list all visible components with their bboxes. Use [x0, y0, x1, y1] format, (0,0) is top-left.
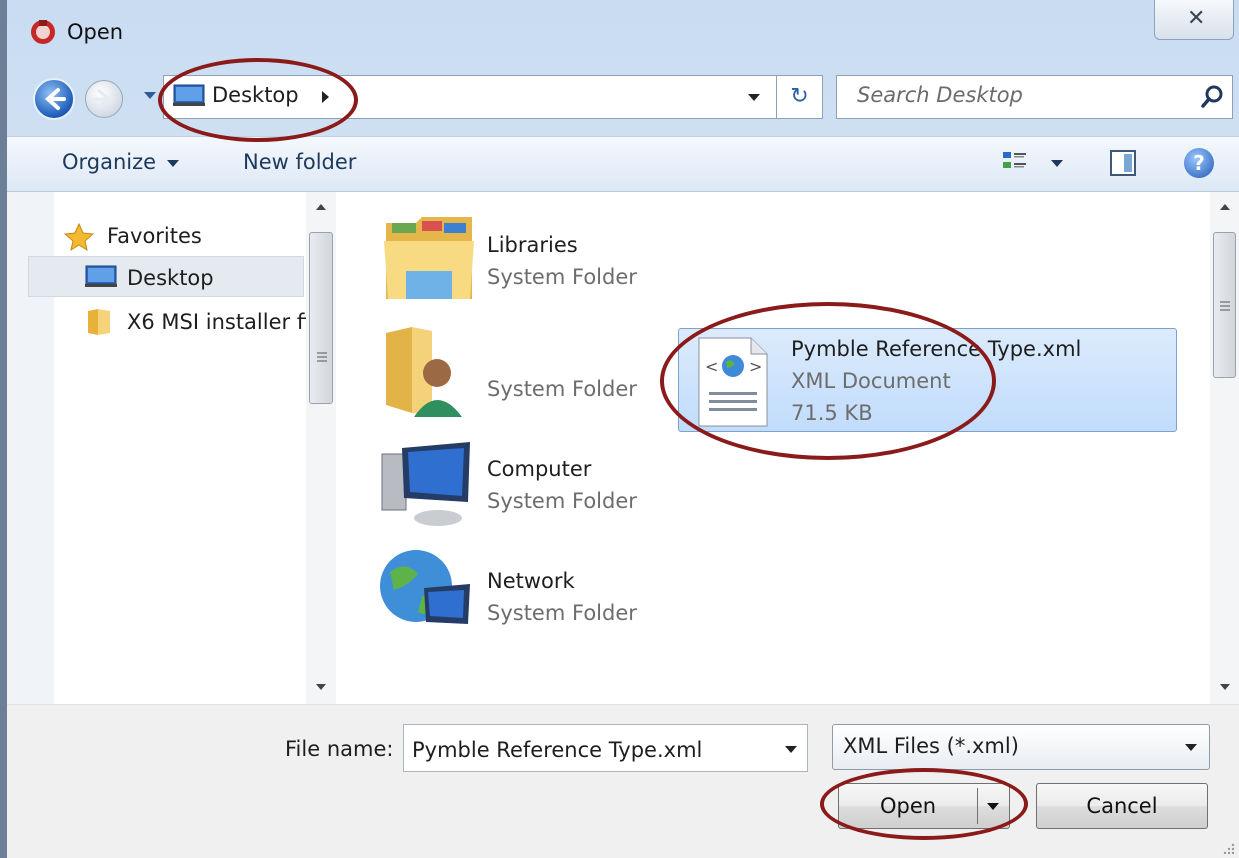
desktop-icon [85, 265, 117, 287]
navigation-pane-empty-area [54, 340, 304, 702]
open-options-dropdown-icon[interactable] [987, 803, 999, 810]
window-title: Open [67, 20, 124, 44]
file-type: System Folder [487, 377, 637, 401]
refresh-button[interactable]: ↻ [777, 75, 823, 119]
scroll-down-arrow-icon[interactable] [1220, 684, 1230, 690]
file-type-value[interactable]: XML Files (*.xml) [843, 734, 1019, 758]
file-type: System Folder [487, 601, 637, 625]
preview-pane-icon[interactable] [1110, 150, 1136, 176]
svg-text:>: > [749, 357, 762, 376]
scrollbar-thumb[interactable] [309, 232, 333, 404]
file-name-label: File name: [285, 737, 394, 761]
cancel-button[interactable]: Cancel [1036, 783, 1208, 829]
favorites-label[interactable]: Favorites [107, 224, 202, 248]
favorites-star-icon [64, 222, 94, 252]
libraries-icon[interactable] [382, 211, 476, 303]
address-dropdown-icon[interactable] [748, 94, 760, 101]
organize-dropdown-icon[interactable] [167, 160, 179, 167]
grip-icon [317, 352, 327, 362]
redacted-item [374, 648, 726, 704]
organize-button[interactable]: Organize [62, 150, 156, 174]
file-type: XML Document [791, 369, 951, 393]
recent-locations-dropdown[interactable] [144, 92, 156, 99]
app-icon [31, 20, 55, 44]
scroll-up-arrow-icon[interactable] [316, 204, 326, 210]
file-type-dropdown-icon[interactable] [1185, 744, 1197, 751]
file-size: 71.5 KB [791, 401, 873, 425]
title-bar [0, 0, 1239, 60]
new-folder-button[interactable]: New folder [243, 150, 356, 174]
file-type: System Folder [487, 265, 637, 289]
forward-arrow-icon [92, 89, 112, 109]
xml-document-icon[interactable]: < > [695, 336, 771, 428]
resize-grip-icon[interactable] [1222, 842, 1236, 856]
svg-text:<: < [705, 357, 718, 376]
view-options-dropdown-icon[interactable] [1051, 160, 1063, 167]
change-view-icon[interactable] [1000, 148, 1030, 178]
scroll-down-arrow-icon[interactable] [316, 684, 326, 690]
address-location[interactable]: Desktop [212, 83, 299, 107]
file-name[interactable]: Network [487, 569, 575, 593]
folder-icon [88, 309, 110, 335]
open-button-label[interactable]: Open [839, 784, 977, 828]
redacted-name [480, 338, 550, 368]
network-icon[interactable] [378, 546, 472, 634]
close-icon: ✕ [1187, 6, 1206, 31]
grip-icon [1220, 301, 1230, 311]
file-name[interactable]: Pymble Reference Type.xml [791, 337, 1081, 361]
back-arrow-icon [45, 88, 66, 110]
desktop-icon [173, 84, 205, 106]
search-placeholder: Search Desktop [857, 83, 1023, 107]
sidebar-item-label[interactable]: Desktop [127, 266, 214, 290]
computer-icon[interactable] [380, 440, 474, 528]
file-type: System Folder [487, 489, 637, 513]
file-name[interactable]: Computer [487, 457, 591, 481]
navigation-scrollbar[interactable] [306, 192, 336, 704]
file-name-value[interactable]: Pymble Reference Type.xml [412, 738, 702, 762]
back-button[interactable] [33, 78, 75, 120]
split-divider [977, 788, 978, 824]
scroll-up-arrow-icon[interactable] [1220, 204, 1230, 210]
open-button[interactable]: Open [838, 783, 1010, 829]
forward-button[interactable] [85, 80, 123, 118]
file-name-dropdown-icon[interactable] [785, 746, 797, 753]
close-button[interactable]: ✕ [1154, 0, 1234, 40]
file-name[interactable]: Libraries [487, 233, 578, 257]
file-list-scrollbar[interactable] [1210, 192, 1239, 704]
search-icon[interactable] [1200, 84, 1226, 110]
user-folder-icon[interactable] [382, 325, 464, 419]
breadcrumb-arrow-icon[interactable] [322, 91, 329, 103]
scrollbar-thumb[interactable] [1213, 232, 1236, 378]
help-icon[interactable]: ? [1184, 148, 1214, 178]
sidebar-item-label[interactable]: X6 MSI installer fi [127, 310, 307, 334]
